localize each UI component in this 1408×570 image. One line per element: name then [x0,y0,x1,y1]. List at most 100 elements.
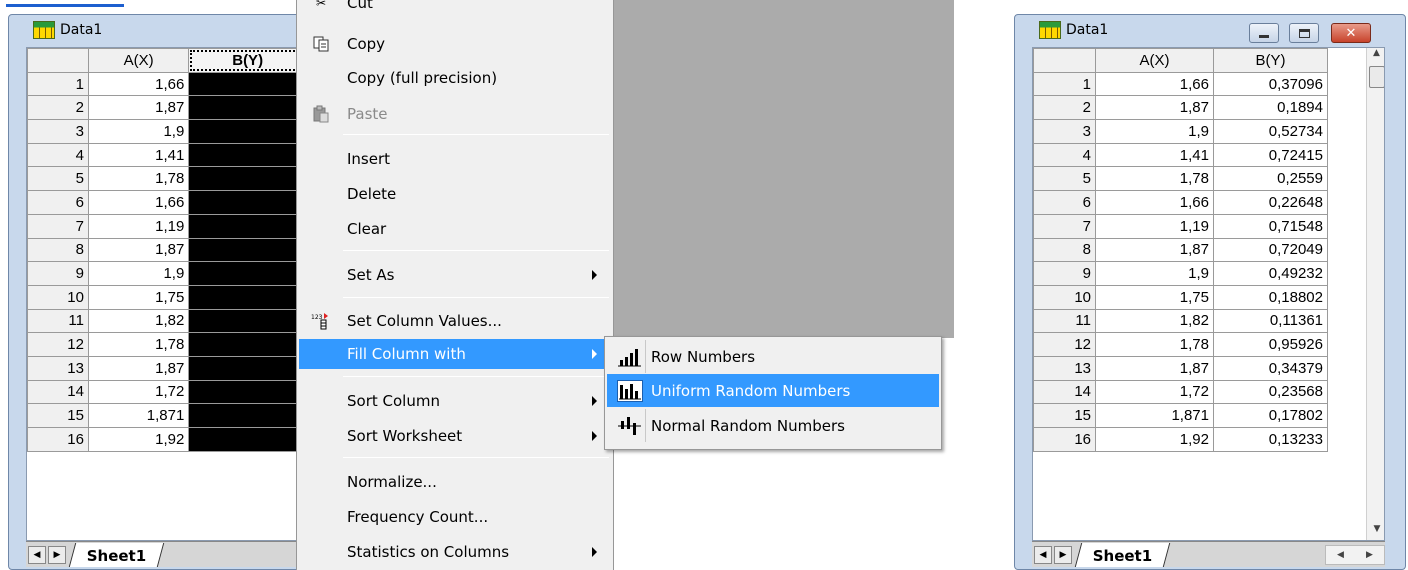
menu-item-statistics-on-columns[interactable]: Statistics on Columns [299,537,611,567]
row-header[interactable]: 5 [1033,166,1096,192]
cell-b[interactable] [188,190,307,215]
row-header[interactable]: 10 [27,284,89,310]
row-header[interactable]: 6 [27,190,89,215]
row-header[interactable]: 13 [1033,355,1096,381]
row-header[interactable]: 8 [27,237,89,263]
cell-b[interactable]: 0,13233 [1213,427,1328,452]
menu-item-clear[interactable]: Clear [299,214,611,244]
row-header[interactable]: 13 [27,355,89,381]
cell-a[interactable]: 1,9 [1095,261,1214,286]
cell-a[interactable]: 1,78 [1095,166,1214,192]
minimize-button[interactable] [1249,23,1279,43]
row-header[interactable]: 1 [27,71,89,97]
row-header[interactable]: 4 [27,142,89,168]
scroll-up-icon[interactable]: ▲ [1367,48,1384,58]
worksheet-grid-area[interactable]: A(X) B(Y) 1 1,66 2 1,87 3 1,9 4 1,41 5 1,78 6 1,66 7… [26,47,308,541]
row-header[interactable]: 3 [1033,119,1096,144]
row-header[interactable]: 14 [1033,379,1096,405]
row-header[interactable]: 7 [1033,213,1096,239]
row-header[interactable]: 2 [1033,95,1096,121]
cell-b[interactable] [188,284,307,310]
cell-a[interactable]: 1,87 [1095,237,1214,263]
cell-b[interactable]: 0,72415 [1213,142,1328,168]
cell-b[interactable] [188,213,307,239]
cell-a[interactable]: 1,72 [87,379,190,405]
menu-item-set-column-values[interactable]: 123 Set Column Values... [299,306,611,336]
cell-b[interactable] [188,119,307,144]
scroll-thumb[interactable] [1369,66,1384,88]
worksheet-grid-area[interactable]: A(X) B(Y) 1 1,66 0,37096 2 1,87 0,1894 3 1,9 0,5… [1032,47,1385,541]
cell-a[interactable]: 1,78 [87,332,190,357]
cell-a[interactable]: 1,66 [87,190,190,215]
cell-a[interactable]: 1,66 [1095,71,1214,97]
tab-prev-button[interactable]: ◀ [1034,545,1052,564]
row-header[interactable]: 6 [1033,190,1096,215]
cell-b[interactable]: 0,18802 [1213,284,1328,310]
menu-item-set-as[interactable]: Set As [299,260,611,290]
cell-a[interactable]: 1,66 [1095,190,1214,215]
cell-b[interactable]: 0,23568 [1213,379,1328,405]
cell-b[interactable]: 0,17802 [1213,403,1328,428]
cell-a[interactable]: 1,92 [1095,427,1214,452]
scroll-left-icon[interactable]: ◀ [1337,550,1344,560]
cell-a[interactable]: 1,41 [1095,142,1214,168]
row-header[interactable]: 11 [1033,308,1096,334]
cell-b[interactable]: 0,34379 [1213,355,1328,381]
cell-b[interactable]: 0,49232 [1213,261,1328,286]
cell-a[interactable]: 1,9 [1095,119,1214,144]
cell-a[interactable]: 1,87 [87,355,190,381]
vertical-scrollbar[interactable]: ▲ ▼ [1366,48,1384,540]
cell-a[interactable]: 1,66 [87,71,190,97]
column-header-b[interactable]: B(Y) [1213,48,1328,73]
menu-item-cut[interactable]: ✂ Cut [299,0,611,18]
cell-b[interactable] [188,237,307,263]
row-header[interactable]: 14 [27,379,89,405]
corner-cell[interactable] [1033,48,1096,73]
row-header[interactable]: 1 [1033,71,1096,97]
submenu-item-uniform-random-numbers[interactable]: Uniform Random Numbers [607,374,939,407]
cell-a[interactable]: 1,9 [87,119,190,144]
cell-a[interactable]: 1,87 [1095,355,1214,381]
row-header[interactable]: 16 [1033,427,1096,452]
row-header[interactable]: 5 [27,166,89,192]
cell-b[interactable] [188,308,307,334]
tab-prev-button[interactable]: ◀ [28,545,46,564]
scroll-right-icon[interactable]: ▶ [1366,550,1373,560]
cell-b[interactable] [188,166,307,192]
row-header[interactable]: 8 [1033,237,1096,263]
cell-b[interactable]: 0,1894 [1213,95,1328,121]
menu-item-copy[interactable]: Copy [299,29,611,59]
column-header-b[interactable]: B(Y) [188,48,307,73]
submenu-item-normal-random-numbers[interactable]: Normal Random Numbers [607,409,939,442]
tab-next-button[interactable]: ▶ [48,545,66,564]
tab-next-button[interactable]: ▶ [1054,545,1072,564]
cell-a[interactable]: 1,871 [87,403,190,428]
menu-item-sort-worksheet[interactable]: Sort Worksheet [299,421,611,451]
horizontal-scrollbar[interactable]: ◀ ▶ [1325,544,1385,565]
menu-item-insert[interactable]: Insert [299,144,611,174]
cell-a[interactable]: 1,78 [87,166,190,192]
cell-a[interactable]: 1,75 [1095,284,1214,310]
row-header[interactable]: 7 [27,213,89,239]
cell-b[interactable]: 0,72049 [1213,237,1328,263]
cell-a[interactable]: 1,78 [1095,332,1214,357]
cell-a[interactable]: 1,9 [87,261,190,286]
cell-a[interactable]: 1,72 [1095,379,1214,405]
cell-b[interactable]: 0,2559 [1213,166,1328,192]
row-header[interactable]: 9 [27,261,89,286]
row-header[interactable]: 16 [27,427,89,452]
cell-a[interactable]: 1,19 [1095,213,1214,239]
window-titlebar[interactable]: Data1 [9,15,307,45]
cell-b[interactable] [188,142,307,168]
row-header[interactable]: 2 [27,95,89,121]
row-header[interactable]: 10 [1033,284,1096,310]
scroll-down-icon[interactable]: ▼ [1367,524,1384,534]
sheet-tab[interactable]: Sheet1 [68,542,165,567]
cell-a[interactable]: 1,82 [1095,308,1214,334]
cell-a[interactable]: 1,92 [87,427,190,452]
menu-item-fill-column-with[interactable]: Fill Column with [299,339,611,369]
corner-cell[interactable] [27,48,89,73]
cell-a[interactable]: 1,75 [87,284,190,310]
cell-b[interactable] [188,95,307,121]
row-header[interactable]: 9 [1033,261,1096,286]
